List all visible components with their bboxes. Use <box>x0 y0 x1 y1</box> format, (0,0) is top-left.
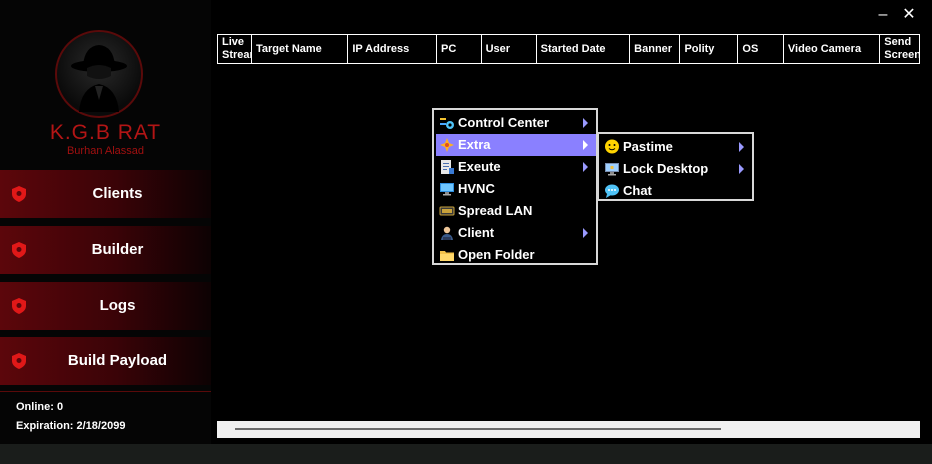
menu-item-hvnc[interactable]: HVNC <box>436 178 596 200</box>
minimize-button[interactable]: – <box>872 4 894 26</box>
menu-item-label: Spread LAN <box>458 203 533 218</box>
spy-hat-icon <box>55 30 143 118</box>
sidebar-item-logs[interactable]: Logs <box>0 282 211 330</box>
expiration-date: Expiration: 2/18/2099 <box>16 420 126 432</box>
column-header-os[interactable]: OS <box>738 35 784 63</box>
monitor-icon <box>440 183 454 196</box>
close-button[interactable]: ✕ <box>898 4 920 26</box>
context-menu: Control Center Extra Exeute HVNC Spread … <box>432 108 598 265</box>
menu-item-label: Lock Desktop <box>623 161 709 176</box>
brand-title: K.G.B RAT <box>49 121 162 144</box>
column-header-banner[interactable]: Banner <box>630 35 681 63</box>
menu-item-client[interactable]: Client <box>436 222 596 244</box>
menu-item-label: Chat <box>623 183 652 198</box>
menu-item-label: Control Center <box>458 115 549 130</box>
person-icon <box>441 226 453 240</box>
folder-icon <box>440 251 454 261</box>
extra-submenu: Pastime Lock Desktop Chat <box>597 132 754 201</box>
column-header-user[interactable]: User <box>482 35 537 63</box>
menu-item-label: HVNC <box>458 181 495 196</box>
online-count: Online: 0 <box>16 401 64 413</box>
sparkle-icon <box>440 138 454 152</box>
menu-item-pastime[interactable]: Pastime <box>601 136 752 158</box>
column-header-live-stream[interactable]: Live Stream <box>218 35 252 63</box>
sidebar-item-label: Clients <box>92 185 143 202</box>
submenu-arrow-icon <box>583 228 588 238</box>
desktop-icon <box>605 163 619 176</box>
sidebar-item-build-payload[interactable]: Build Payload <box>0 337 211 385</box>
menu-item-open-folder[interactable]: Open Folder <box>436 244 596 266</box>
menu-item-lock-desktop[interactable]: Lock Desktop <box>601 158 752 180</box>
brand-subtitle: Burhan Alassad <box>66 145 145 157</box>
column-header-started-date[interactable]: Started Date <box>537 35 631 63</box>
sidebar-item-label: Builder <box>91 241 144 258</box>
menu-item-label: Open Folder <box>458 247 535 262</box>
menu-item-label: Pastime <box>623 139 673 154</box>
menu-item-spread-lan[interactable]: Spread LAN <box>436 200 596 222</box>
document-icon <box>441 160 454 174</box>
horizontal-scrollbar[interactable] <box>217 421 920 438</box>
smiley-icon <box>605 139 619 154</box>
menu-item-label: Extra <box>458 137 491 152</box>
submenu-arrow-icon <box>583 118 588 128</box>
sidebar-item-label: Build Payload <box>67 352 168 369</box>
scrollbar-thumb[interactable] <box>235 428 721 430</box>
sidebar-item-clients[interactable]: Clients <box>0 170 211 218</box>
sidebar-item-label: Logs <box>99 297 136 314</box>
submenu-arrow-icon <box>583 162 588 172</box>
submenu-arrow-icon <box>583 140 588 150</box>
app-window: – ✕ K.G.B RAT Burhan Alassad Clients Bui… <box>0 0 932 444</box>
menu-item-control-center[interactable]: Control Center <box>436 112 596 134</box>
vip-icon <box>439 206 455 216</box>
column-header-video-camera[interactable]: Video Camera <box>784 35 881 63</box>
chat-bubble-icon <box>605 184 619 198</box>
sidebar: K.G.B RAT Burhan Alassad Clients Builder… <box>0 0 211 444</box>
submenu-arrow-icon <box>739 142 744 152</box>
clients-grid-header: Live Stream Target Name IP Address PC Us… <box>217 34 920 64</box>
sidebar-item-builder[interactable]: Builder <box>0 226 211 274</box>
menu-item-extra[interactable]: Extra <box>436 134 596 156</box>
tools-icon <box>440 118 454 129</box>
column-header-target-name[interactable]: Target Name <box>252 35 349 63</box>
menu-item-chat[interactable]: Chat <box>601 180 752 202</box>
menu-item-exeute[interactable]: Exeute <box>436 156 596 178</box>
menu-item-label: Client <box>458 225 495 240</box>
sidebar-divider <box>0 391 211 392</box>
column-header-send-screen[interactable]: Send Screen <box>880 35 919 63</box>
submenu-arrow-icon <box>739 164 744 174</box>
menu-item-label: Exeute <box>458 159 501 174</box>
column-header-polity[interactable]: Polity <box>680 35 739 63</box>
column-header-pc[interactable]: PC <box>437 35 482 63</box>
column-header-ip-address[interactable]: IP Address <box>348 35 438 63</box>
